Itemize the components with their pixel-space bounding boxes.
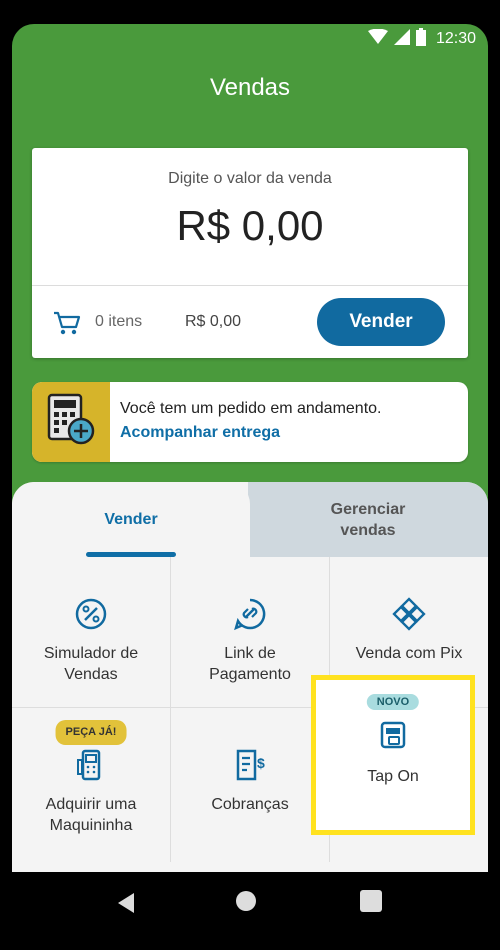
sale-amount-input[interactable]: R$ 0,00 — [32, 202, 468, 250]
back-icon[interactable] — [116, 892, 136, 919]
order-message: Você tem um pedido em andamento. — [120, 400, 382, 417]
action-tap-on[interactable]: NOVO Tap On — [311, 675, 475, 835]
order-banner-icon-area — [32, 382, 110, 462]
action-sales-simulator[interactable]: Simulador de Vendas — [12, 557, 170, 707]
novo-badge: NOVO — [366, 694, 420, 710]
action-payment-link[interactable]: Link de Pagamento — [171, 557, 329, 707]
cart-item-count: 0 itens — [95, 313, 143, 330]
signal-icon — [393, 28, 410, 50]
action-label: Venda com Pix — [355, 645, 463, 662]
svg-text:$: $ — [257, 755, 265, 771]
sell-button[interactable]: Vender — [317, 298, 445, 346]
invoice-icon: $ — [171, 748, 329, 782]
wifi-icon — [367, 28, 388, 50]
status-time: 12:30 — [435, 30, 476, 47]
sale-prompt: Digite o valor da venda — [168, 170, 332, 187]
tab-manage-sales[interactable]: Gerenciar vendas — [248, 482, 488, 557]
action-label: Tap On — [367, 768, 419, 785]
cart-total: R$ 0,00 — [185, 313, 242, 330]
divider — [32, 285, 468, 286]
home-icon[interactable] — [236, 891, 256, 911]
card-machine-icon — [12, 748, 170, 782]
system-nav-bar — [0, 872, 500, 950]
action-label: Cobranças — [211, 796, 289, 813]
payment-link-icon — [171, 597, 329, 631]
active-tab-indicator — [86, 552, 176, 557]
tap-on-icon — [316, 718, 470, 752]
recent-apps-icon[interactable] — [360, 890, 382, 912]
order-banner[interactable]: Você tem um pedido em andamento. Acompan… — [32, 382, 468, 462]
cart-icon[interactable] — [52, 308, 82, 338]
action-label: Adquirir uma Maquininha — [45, 796, 137, 834]
tab-bar: Gerenciar vendas Vender — [12, 482, 488, 557]
action-charges[interactable]: $ Cobranças — [171, 708, 329, 858]
pix-icon — [330, 597, 488, 631]
calculator-add-icon — [45, 393, 97, 452]
battery-icon — [415, 27, 426, 51]
action-label: Link de Pagamento — [209, 645, 291, 683]
grid-divider — [170, 557, 171, 862]
status-bar: 12:30 — [12, 24, 488, 54]
action-label: Simulador de Vendas — [43, 645, 139, 683]
tab-sell[interactable]: Vender — [12, 482, 250, 557]
track-delivery-link[interactable]: Acompanhar entrega — [120, 424, 280, 442]
percent-icon — [12, 597, 170, 631]
peca-ja-badge: PEÇA JÁ! — [55, 720, 127, 745]
page-title: Vendas — [209, 74, 291, 101]
action-get-card-machine[interactable]: PEÇA JÁ! Adquirir uma Maquininha — [12, 708, 170, 858]
phone-frame: 12:30 Vendas Digite o valor da venda R$ … — [0, 0, 500, 950]
sale-card: Digite o valor da venda R$ 0,00 0 itens … — [32, 148, 468, 358]
